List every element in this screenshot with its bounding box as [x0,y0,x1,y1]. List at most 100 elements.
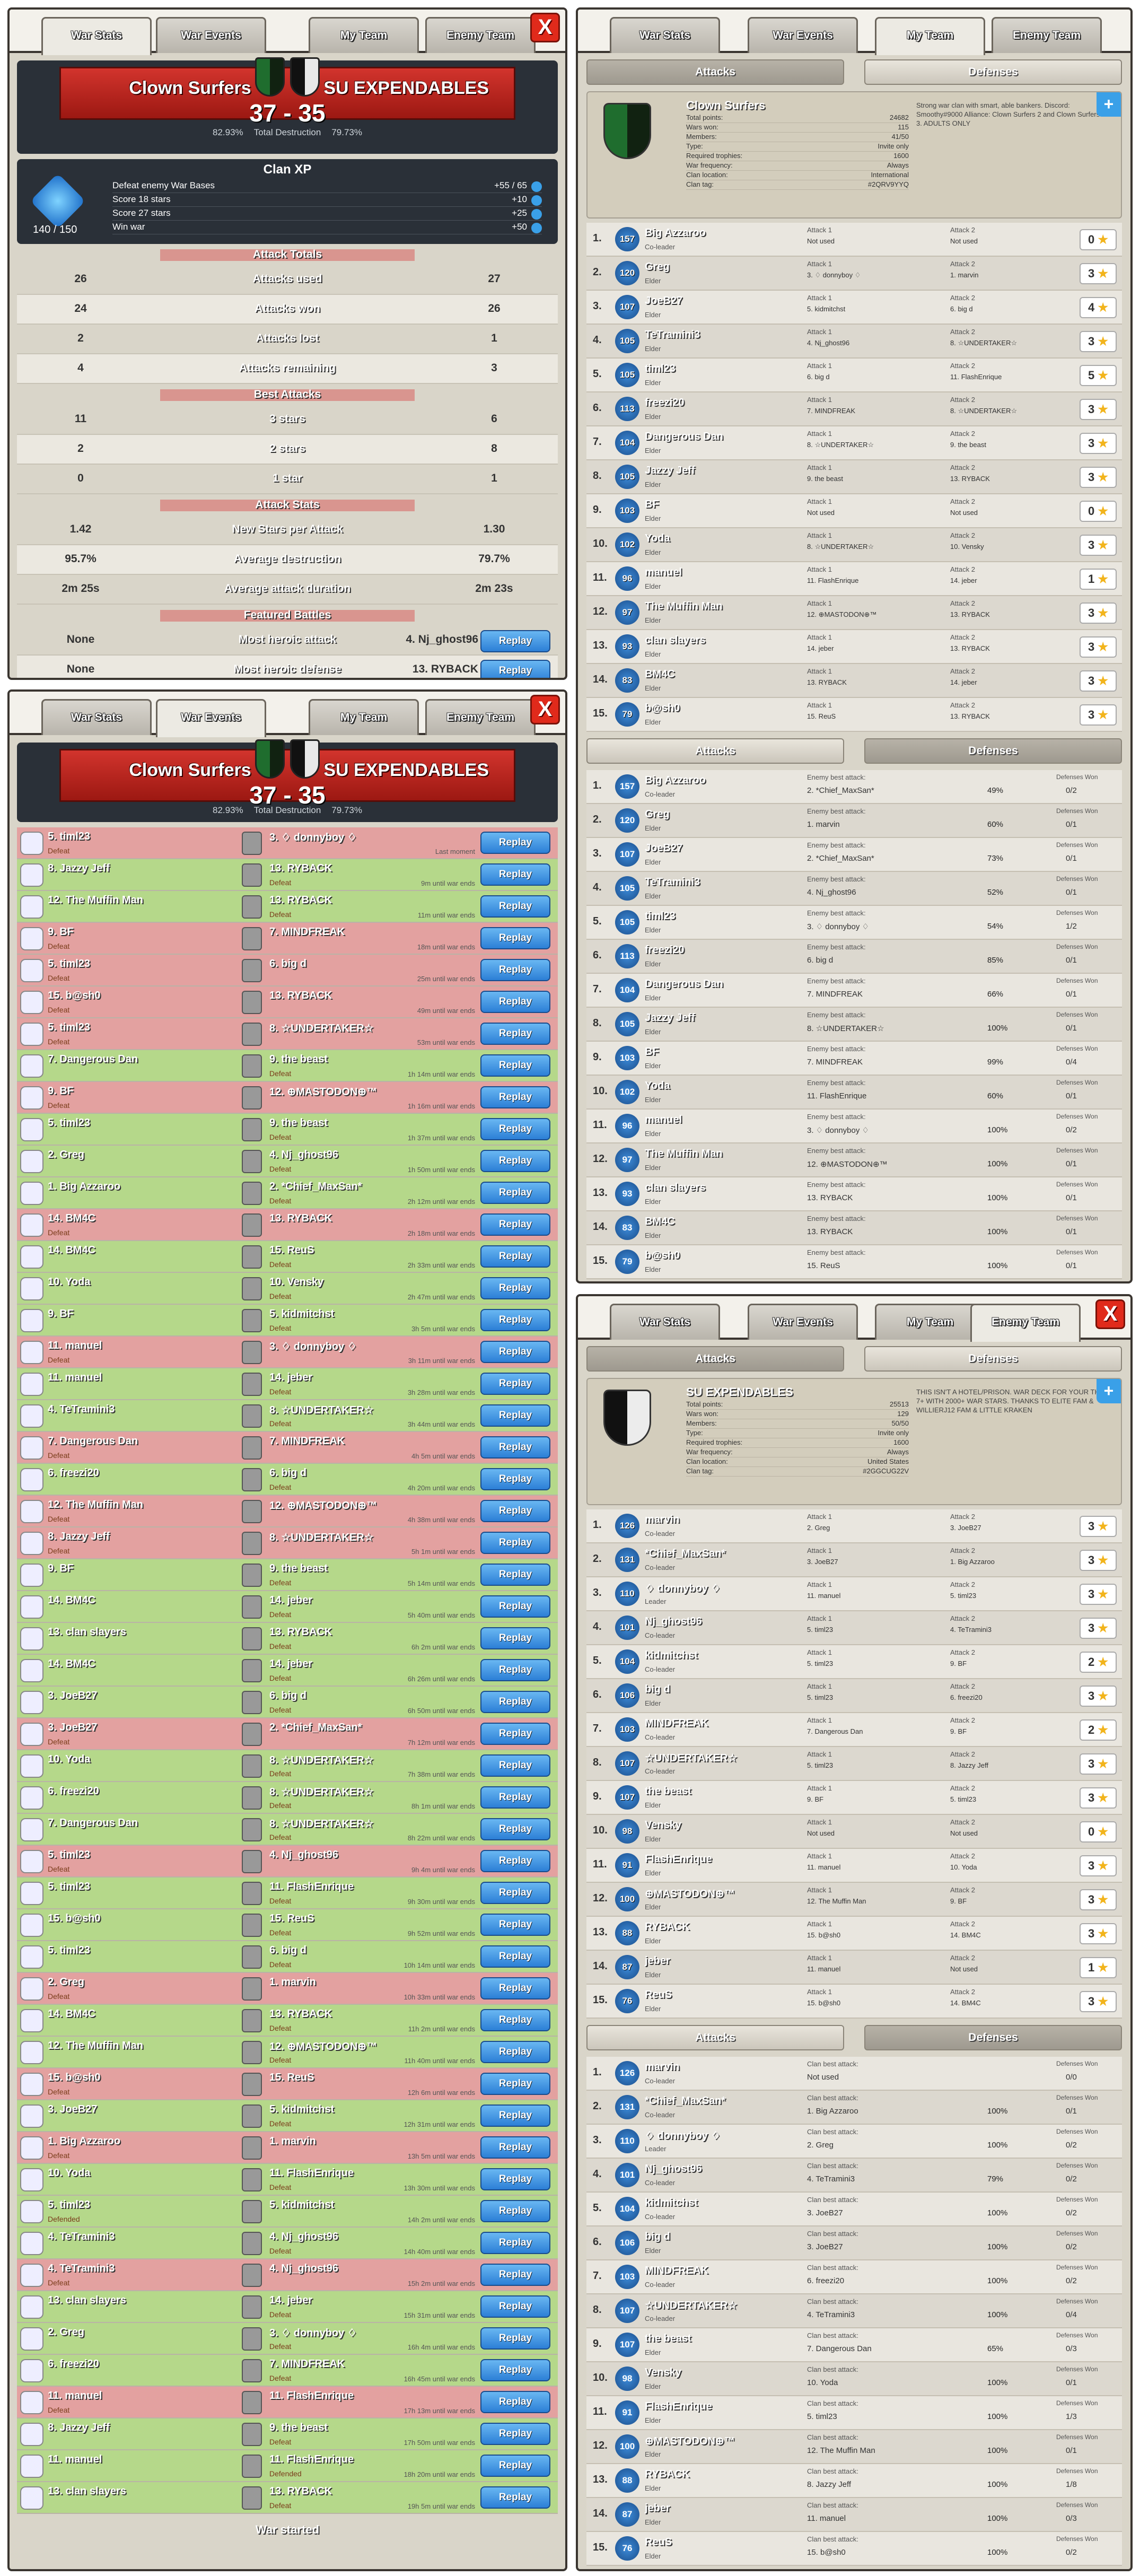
replay-button[interactable]: Replay [480,991,550,1013]
subtab-defenses[interactable]: Defenses [864,59,1122,85]
replay-button[interactable]: Replay [480,895,550,918]
share-button[interactable]: + [1097,92,1121,117]
replay-button[interactable]: Replay [480,2041,550,2063]
tab-war-stats[interactable]: War Stats [610,17,720,53]
replay-button[interactable]: Replay [480,2359,550,2381]
replay-button[interactable]: Replay [480,2423,550,2445]
replay-button[interactable]: Replay [480,1977,550,1999]
replay-button[interactable]: Replay [480,1150,550,1172]
defenses-won-value: 0/2 [1066,2276,1077,2285]
replay-button[interactable]: Replay [480,1882,550,1904]
member-role: Co-leader [645,1631,676,1639]
total-stars: 3 ★ [1080,1923,1117,1944]
defender-name: 8. ☆UNDERTAKER☆ [269,1404,374,1416]
replay-button[interactable]: Replay [480,2136,550,2159]
replay-button[interactable]: Replay [480,1850,550,1872]
member-level: 103 [615,1046,639,1070]
replay-button[interactable]: Replay [480,1595,550,1618]
tab-enemy-team[interactable]: Enemy Team [425,699,536,735]
replay-button[interactable]: Replay [480,1914,550,1936]
replay-button[interactable]: Replay [480,2486,550,2509]
replay-button[interactable]: Replay [480,2200,550,2222]
tab-my-team[interactable]: My Team [309,699,419,735]
replay-button[interactable]: Replay [480,1754,550,1777]
best-attack-percent: 100% [987,1193,1008,1202]
tab-enemy-team[interactable]: Enemy Team [970,1304,1081,1342]
replay-button[interactable]: Replay [480,1627,550,1649]
tab-war-stats[interactable]: War Stats [610,1304,720,1340]
replay-button[interactable]: Replay [480,1500,550,1522]
replay-button[interactable]: Replay [480,2295,550,2318]
replay-button[interactable]: Replay [480,1468,550,1490]
tab-my-team[interactable]: My Team [875,17,985,55]
replay-button[interactable]: Replay [480,832,550,854]
tab-war-events[interactable]: War Events [748,1304,858,1340]
subtab-attacks[interactable]: Attacks [586,2025,844,2050]
enemy-value: 2m 23s [475,582,513,595]
tab-enemy-team[interactable]: Enemy Team [992,17,1102,53]
replay-button[interactable]: Replay [480,1945,550,1968]
clan-field: Total points: 25513 [686,1400,909,1410]
close-button[interactable]: X [1095,1299,1125,1329]
replay-button[interactable]: Replay [480,1564,550,1586]
replay-button[interactable]: Replay [480,2105,550,2127]
close-button[interactable]: X [530,695,560,724]
defenses-won-label: Defenses Won [1056,1011,1098,1018]
replay-button[interactable]: Replay [480,1691,550,1713]
replay-button[interactable]: Replay [480,1245,550,1268]
tab-war-stats[interactable]: War Stats [41,699,152,735]
replay-button[interactable]: Replay [480,630,550,652]
tab-war-stats[interactable]: War Stats [41,17,152,55]
replay-button[interactable]: Replay [480,660,550,678]
subtab-attacks[interactable]: Attacks [586,738,844,764]
subtab-defenses[interactable]: Defenses [864,1346,1122,1372]
replay-button[interactable]: Replay [480,2264,550,2286]
tab-war-events[interactable]: War Events [156,699,266,737]
subtab-attacks[interactable]: Attacks [586,59,844,85]
replay-button[interactable]: Replay [480,2009,550,2031]
tab-my-team[interactable]: My Team [309,17,419,53]
replay-button[interactable]: Replay [480,927,550,949]
subtab-attacks[interactable]: Attacks [586,1346,844,1372]
field-label: Wars won: [686,1410,718,1418]
close-button[interactable]: X [530,13,560,42]
attacker-status: Defeat [48,1865,70,1873]
replay-button[interactable]: Replay [480,1086,550,1108]
replay-button[interactable]: Replay [480,1532,550,1554]
replay-button[interactable]: Replay [480,2168,550,2190]
replay-button[interactable]: Replay [480,1054,550,1077]
replay-button[interactable]: Replay [480,863,550,886]
share-button[interactable]: + [1097,1379,1121,1403]
replay-button[interactable]: Replay [480,1659,550,1681]
tab-my-team[interactable]: My Team [875,1304,985,1340]
replay-button[interactable]: Replay [480,1818,550,1840]
replay-button[interactable]: Replay [480,1182,550,1204]
subtab-defenses[interactable]: Defenses [864,2025,1122,2050]
replay-button[interactable]: Replay [480,2391,550,2413]
replay-button[interactable]: Replay [480,1341,550,1363]
member-level: 104 [615,431,639,455]
war-event-row: 11. manuel 14. jeber Defeat 3h 28m until wa… [17,1368,558,1400]
replay-button[interactable]: Replay [480,1404,550,1427]
replay-button[interactable]: Replay [480,1436,550,1459]
replay-button[interactable]: Replay [480,1118,550,1140]
subtab-defenses[interactable]: Defenses [864,738,1122,764]
replay-button[interactable]: Replay [480,1023,550,1045]
replay-button[interactable]: Replay [480,2232,550,2254]
replay-button[interactable]: Replay [480,959,550,981]
attack-2-label: Attack 2 [950,226,975,234]
member-rank: 11. [593,1858,607,1870]
replay-button[interactable]: Replay [480,1373,550,1395]
tab-enemy-team[interactable]: Enemy Team [425,17,536,53]
tab-war-events[interactable]: War Events [156,17,266,53]
replay-button[interactable]: Replay [480,1786,550,1809]
replay-button[interactable]: Replay [480,1309,550,1331]
tab-war-events[interactable]: War Events [748,17,858,53]
replay-button[interactable]: Replay [480,2455,550,2477]
replay-button[interactable]: Replay [480,1723,550,1745]
replay-button[interactable]: Replay [480,1213,550,1236]
total-stars: 5 ★ [1080,365,1117,386]
replay-button[interactable]: Replay [480,2327,550,2350]
replay-button[interactable]: Replay [480,1277,550,1299]
replay-button[interactable]: Replay [480,2073,550,2095]
